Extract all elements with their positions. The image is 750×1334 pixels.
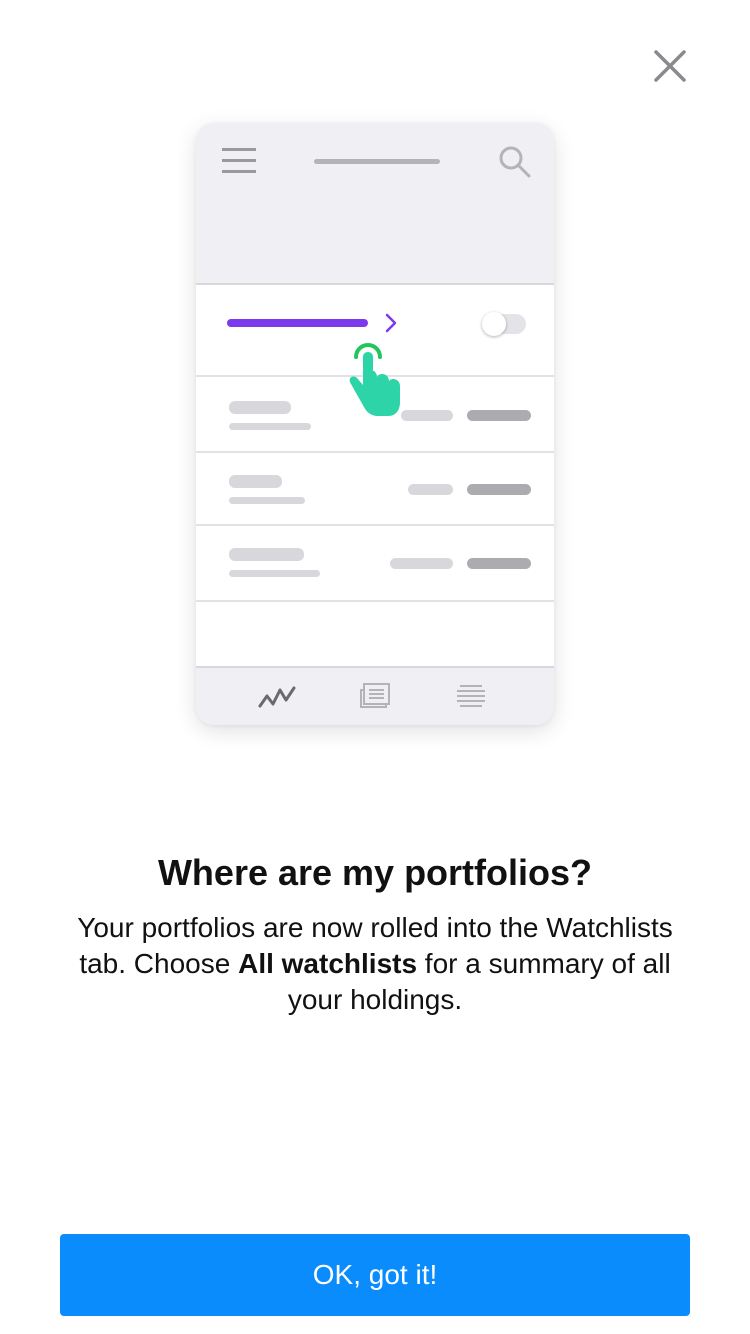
hamburger-menu-icon xyxy=(222,148,256,173)
description-text: Your portfolios are now rolled into the … xyxy=(75,910,675,1018)
list-item xyxy=(196,453,554,526)
item-value-placeholder xyxy=(401,410,453,421)
item-subtitle-placeholder xyxy=(229,570,320,577)
item-title-placeholder xyxy=(229,548,304,561)
item-change-placeholder xyxy=(467,558,531,569)
chart-line-icon xyxy=(258,686,296,708)
phone-illustration xyxy=(196,123,554,725)
chevron-right-icon xyxy=(385,313,397,333)
item-title-placeholder xyxy=(229,401,291,414)
illustration-header xyxy=(196,123,554,285)
tap-hand-icon xyxy=(349,343,400,416)
toggle-switch xyxy=(482,312,526,336)
page-title: Where are my portfolios? xyxy=(157,852,593,893)
illustration-tab-bar xyxy=(196,666,554,725)
item-subtitle-placeholder xyxy=(229,497,305,504)
item-change-placeholder xyxy=(467,410,531,421)
item-subtitle-placeholder xyxy=(229,423,311,430)
item-value-placeholder xyxy=(390,558,453,569)
watchlist-name-placeholder xyxy=(227,319,368,327)
item-value-placeholder xyxy=(408,484,453,495)
item-title-placeholder xyxy=(229,475,282,488)
description-highlight: All watchlists xyxy=(238,948,418,979)
list-item xyxy=(196,526,554,602)
list-icon xyxy=(457,685,485,707)
item-change-placeholder xyxy=(467,484,531,495)
close-icon xyxy=(654,50,686,82)
search-icon xyxy=(499,146,531,178)
news-icon xyxy=(360,683,390,708)
header-title-placeholder xyxy=(314,159,440,164)
ok-got-it-button[interactable]: OK, got it! xyxy=(60,1234,690,1316)
close-button[interactable] xyxy=(648,44,692,88)
